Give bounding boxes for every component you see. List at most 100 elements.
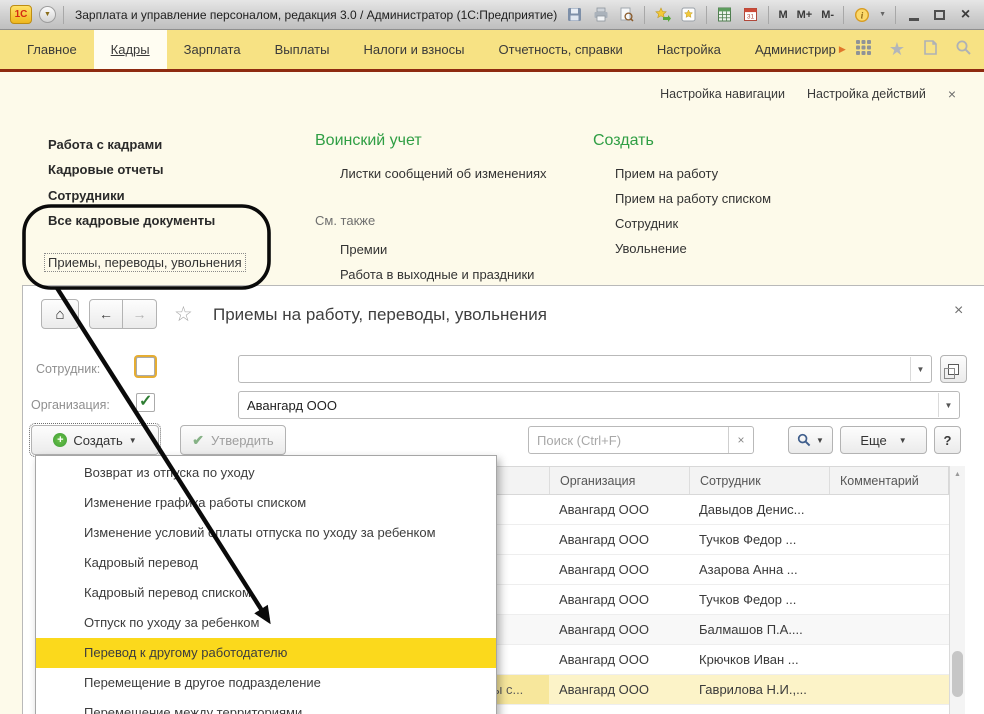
nav-item-priem-na-rabotu-spiskom[interactable]: Прием на работу списком — [615, 191, 771, 206]
tab-zarplata[interactable]: Зарплата — [167, 30, 258, 69]
menu-item[interactable]: Возврат из отпуска по уходу — [36, 458, 496, 488]
nav-item-uvolnenie[interactable]: Увольнение — [615, 241, 687, 256]
menu-item[interactable]: Изменение условий оплаты отпуска по уход… — [36, 518, 496, 548]
memory-button[interactable]: M — [778, 9, 787, 21]
tab-overflow-icon[interactable]: ▶ — [839, 44, 846, 55]
table-row-selected[interactable]: ы с... Авангард ООО Гаврилова Н.И.,... — [483, 675, 949, 705]
scrollbar-thumb[interactable] — [952, 651, 963, 697]
menu-item[interactable]: Изменение графика работы списком — [36, 488, 496, 518]
history-icon[interactable] — [922, 39, 938, 61]
organization-filter-label: Организация: — [31, 398, 110, 412]
section-header-voinskiy-uchet: Воинский учет — [315, 132, 422, 150]
table-row[interactable]: Авангард ООО Давыдов Денис... — [483, 495, 949, 525]
chevron-down-icon[interactable]: ▼ — [938, 393, 958, 417]
scroll-up-icon[interactable]: ▲ — [954, 471, 961, 478]
global-search-icon[interactable] — [955, 39, 972, 61]
tab-nastroika[interactable]: Настройка — [640, 30, 738, 69]
nav-item-kadrovye-otchety[interactable]: Кадровые отчеты — [48, 162, 163, 177]
calendar-icon[interactable]: 31 — [742, 6, 759, 23]
minimize-button[interactable] — [905, 6, 922, 23]
create-button[interactable]: + Создать ▼ — [31, 425, 159, 455]
favorites-icon[interactable] — [680, 6, 697, 23]
close-window-button[interactable]: × — [957, 6, 974, 23]
employee-choose-button[interactable] — [940, 355, 967, 383]
print-preview-icon[interactable] — [618, 6, 635, 23]
chevron-down-icon[interactable]: ▼ — [910, 357, 930, 381]
favorites-star-icon[interactable]: ★ — [889, 39, 905, 60]
approve-button[interactable]: ✔ Утвердить — [180, 425, 286, 455]
nav-item-rabota-v-vyhodnye[interactable]: Работа в выходные и праздники — [340, 267, 534, 282]
help-button[interactable]: ? — [934, 426, 961, 454]
home-button[interactable]: ⌂ — [41, 299, 79, 329]
nav-item-priemy-perevody-uvolneniya[interactable]: Приемы, переводы, увольнения — [44, 253, 246, 272]
maximize-button[interactable] — [931, 6, 948, 23]
divider — [63, 6, 64, 24]
titlebar: 1С ▼ Зарплата и управление персоналом, р… — [0, 0, 984, 30]
info-dropdown-arrow[interactable]: ▼ — [879, 11, 886, 18]
table-row[interactable]: Авангард ООО Балмашов П.А.... — [483, 615, 949, 645]
choose-from-list-icon — [948, 364, 959, 375]
window-close-icon[interactable]: × — [954, 302, 963, 320]
table-row[interactable]: Авангард ООО Тучков Федор ... — [483, 585, 949, 615]
system-menu-button[interactable]: ▼ — [39, 6, 56, 23]
divider — [768, 6, 769, 24]
tabbar-tools: ★ — [855, 30, 972, 69]
menu-item[interactable]: Отпуск по уходу за ребенком — [36, 608, 496, 638]
navigation-settings-link[interactable]: Настройка навигации — [660, 87, 785, 101]
column-header-employee[interactable]: Сотрудник — [690, 467, 830, 494]
organization-filter-combo[interactable]: Авангард ООО ▼ — [238, 391, 960, 419]
print-icon[interactable] — [592, 6, 609, 23]
panel-close-icon[interactable]: × — [948, 87, 956, 101]
forward-button[interactable]: → — [123, 299, 157, 329]
tab-glavnoe[interactable]: Главное — [10, 30, 94, 69]
home-icon: ⌂ — [55, 306, 64, 323]
column-header-organization[interactable]: Организация — [550, 467, 690, 494]
svg-text:31: 31 — [747, 14, 755, 21]
nav-item-listki-soobscheniy[interactable]: Листки сообщений об изменениях — [340, 166, 547, 181]
search-options-button[interactable]: ▼ — [788, 426, 833, 454]
employee-filter-combo[interactable]: ▼ — [238, 355, 932, 383]
screen: 1С ▼ Зарплата и управление персоналом, р… — [0, 0, 984, 714]
nav-item-sotrudnik[interactable]: Сотрудник — [615, 216, 678, 231]
menu-item[interactable]: Перемещение в другое подразделение — [36, 668, 496, 698]
memory-plus-button[interactable]: M+ — [797, 9, 813, 21]
nav-item-rabota-s-kadrami[interactable]: Работа с кадрами — [48, 137, 162, 152]
back-button[interactable]: ← — [89, 299, 123, 329]
tab-vyplaty[interactable]: Выплаты — [258, 30, 347, 69]
employee-filter-checkbox[interactable] — [136, 357, 155, 376]
tab-nalogi[interactable]: Налоги и взносы — [346, 30, 481, 69]
info-icon[interactable]: i — [853, 6, 870, 23]
add-favorite-icon[interactable] — [654, 6, 671, 23]
calculator-icon[interactable] — [716, 6, 733, 23]
see-also-header: См. также — [315, 213, 375, 228]
search-input[interactable] — [529, 427, 728, 453]
app-title: Зарплата и управление персоналом, редакц… — [75, 8, 557, 22]
nav-item-vse-kadrovye-dokumenty[interactable]: Все кадровые документы — [48, 213, 215, 228]
check-icon: ✔ — [192, 432, 204, 449]
service-menu-icon[interactable] — [855, 39, 872, 61]
menu-item[interactable]: Кадровый перевод списком — [36, 578, 496, 608]
column-header-comment[interactable]: Комментарий — [830, 467, 948, 494]
menu-item[interactable]: Кадровый перевод — [36, 548, 496, 578]
nav-item-premii[interactable]: Премии — [340, 242, 387, 257]
divider — [644, 6, 645, 24]
menu-item-highlighted[interactable]: Перевод к другому работодателю — [36, 638, 496, 668]
nav-item-sotrudniki[interactable]: Сотрудники — [48, 188, 125, 203]
nav-item-priem-na-rabotu[interactable]: Прием на работу — [615, 166, 718, 181]
tab-kadry[interactable]: Кадры — [94, 30, 167, 69]
vertical-scrollbar[interactable]: ▲ — [949, 466, 965, 714]
table-row[interactable]: Авангард ООО Азарова Анна ... — [483, 555, 949, 585]
menu-item[interactable]: Перемещение между территориями — [36, 698, 496, 714]
organization-filter-checkbox[interactable]: ✓ — [136, 393, 155, 412]
tab-administrirovanie[interactable]: Администрир ▶ — [738, 30, 850, 69]
search-clear-icon[interactable]: × — [728, 427, 753, 453]
actions-settings-link[interactable]: Настройка действий — [807, 87, 926, 101]
table-row[interactable]: Авангард ООО Крючков Иван ... — [483, 645, 949, 675]
save-icon[interactable] — [566, 6, 583, 23]
memory-minus-button[interactable]: M- — [821, 9, 834, 21]
more-button[interactable]: Еще ▼ — [840, 426, 927, 454]
table-row[interactable]: Авангард ООО Тучков Федор ... — [483, 525, 949, 555]
history-nav-buttons: ← → — [89, 299, 157, 329]
favorite-star-icon[interactable]: ☆ — [174, 302, 193, 327]
tab-otchetnost[interactable]: Отчетность, справки — [482, 30, 640, 69]
